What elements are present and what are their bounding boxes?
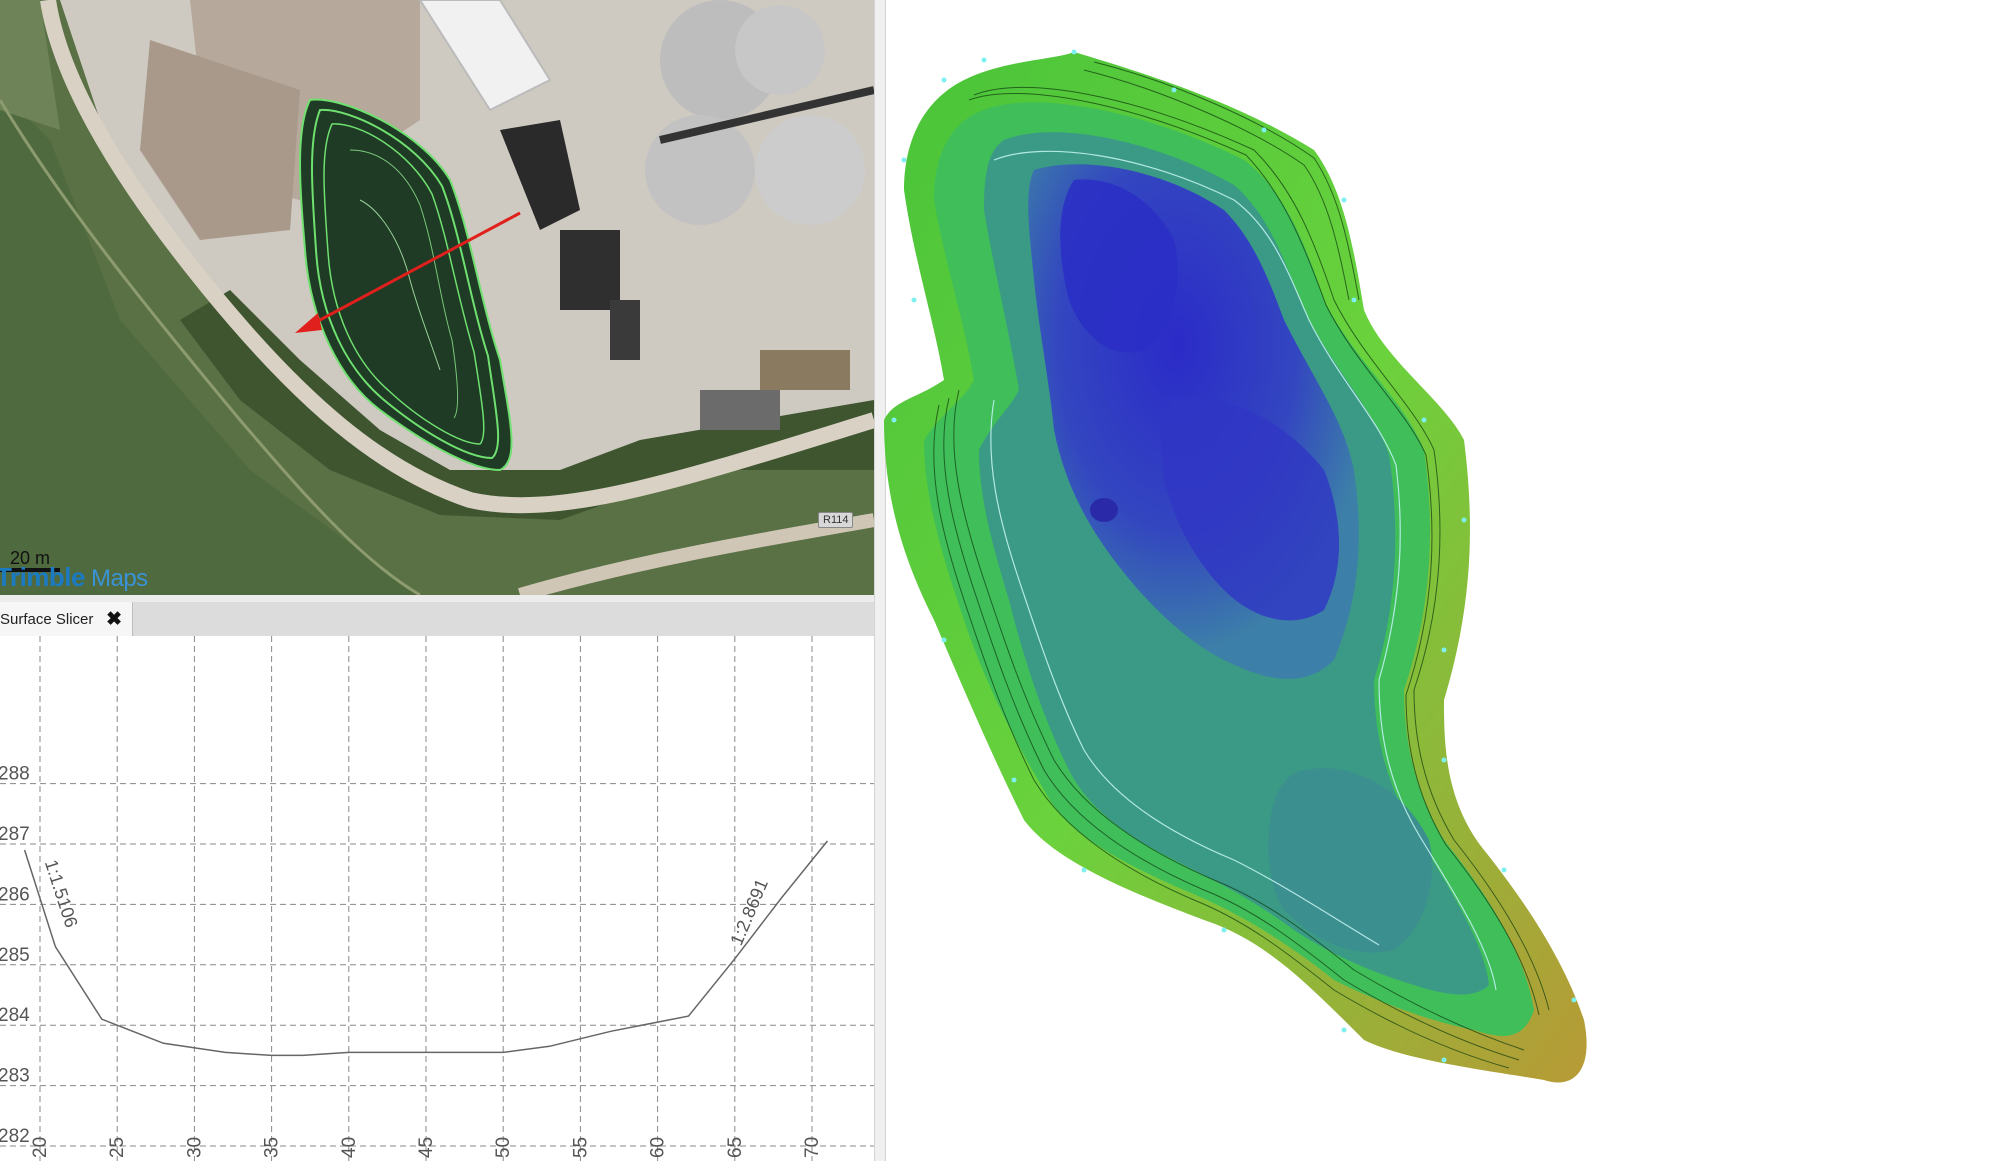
y-tick-label: 283 (0, 1066, 30, 1087)
surface-model-view[interactable]: N (884, 0, 1998, 1161)
chart-grid (0, 636, 874, 1161)
brand-name: Trimble (0, 562, 85, 592)
y-axis: 288 287 286 285 284 283 282 (0, 764, 30, 1147)
map-panel[interactable]: 20 m Trimble Maps R114 (0, 0, 874, 595)
x-tick-label: 40 (339, 1137, 360, 1158)
x-tick-label: 20 (30, 1137, 51, 1158)
slicer-tab-bar: Surface Slicer ✖ (0, 602, 874, 637)
map-brand-logo: Trimble Maps (0, 562, 148, 593)
y-tick-label: 287 (0, 824, 30, 845)
y-tick-label: 288 (0, 764, 30, 785)
profile-svg: 288 287 286 285 284 283 282 20 25 30 35 40 45 50 55 60… (0, 636, 874, 1161)
y-tick-label: 285 (0, 945, 30, 966)
x-tick-label: 60 (648, 1137, 669, 1158)
y-tick-label: 284 (0, 1005, 30, 1026)
brand-suffix: Maps (90, 565, 148, 592)
aerial-map[interactable] (0, 0, 874, 595)
x-tick-label: 55 (570, 1137, 591, 1158)
road-label: R114 (818, 512, 854, 528)
x-tick-label: 35 (262, 1137, 283, 1158)
x-tick-label: 45 (416, 1137, 437, 1158)
x-tick-label: 25 (107, 1137, 128, 1158)
y-tick-label: 282 (0, 1126, 30, 1147)
x-tick-label: 50 (493, 1137, 514, 1158)
slope-label-right: 1:2.8691 (726, 876, 772, 948)
x-tick-label: 65 (725, 1137, 746, 1158)
close-icon[interactable]: ✖ (106, 608, 122, 631)
surface-model[interactable]: N (884, 0, 1998, 1161)
y-tick-label: 286 (0, 884, 30, 905)
tab-surface-slicer[interactable]: Surface Slicer ✖ (0, 602, 133, 636)
x-tick-label: 70 (802, 1137, 823, 1158)
tab-label: Surface Slicer (0, 610, 94, 628)
x-axis: 20 25 30 35 40 45 50 55 60 65 70 (30, 1137, 823, 1158)
section-profile-chart[interactable]: 288 287 286 285 284 283 282 20 25 30 35 40 45 50 55 60… (0, 636, 874, 1161)
x-tick-label: 30 (184, 1137, 205, 1158)
